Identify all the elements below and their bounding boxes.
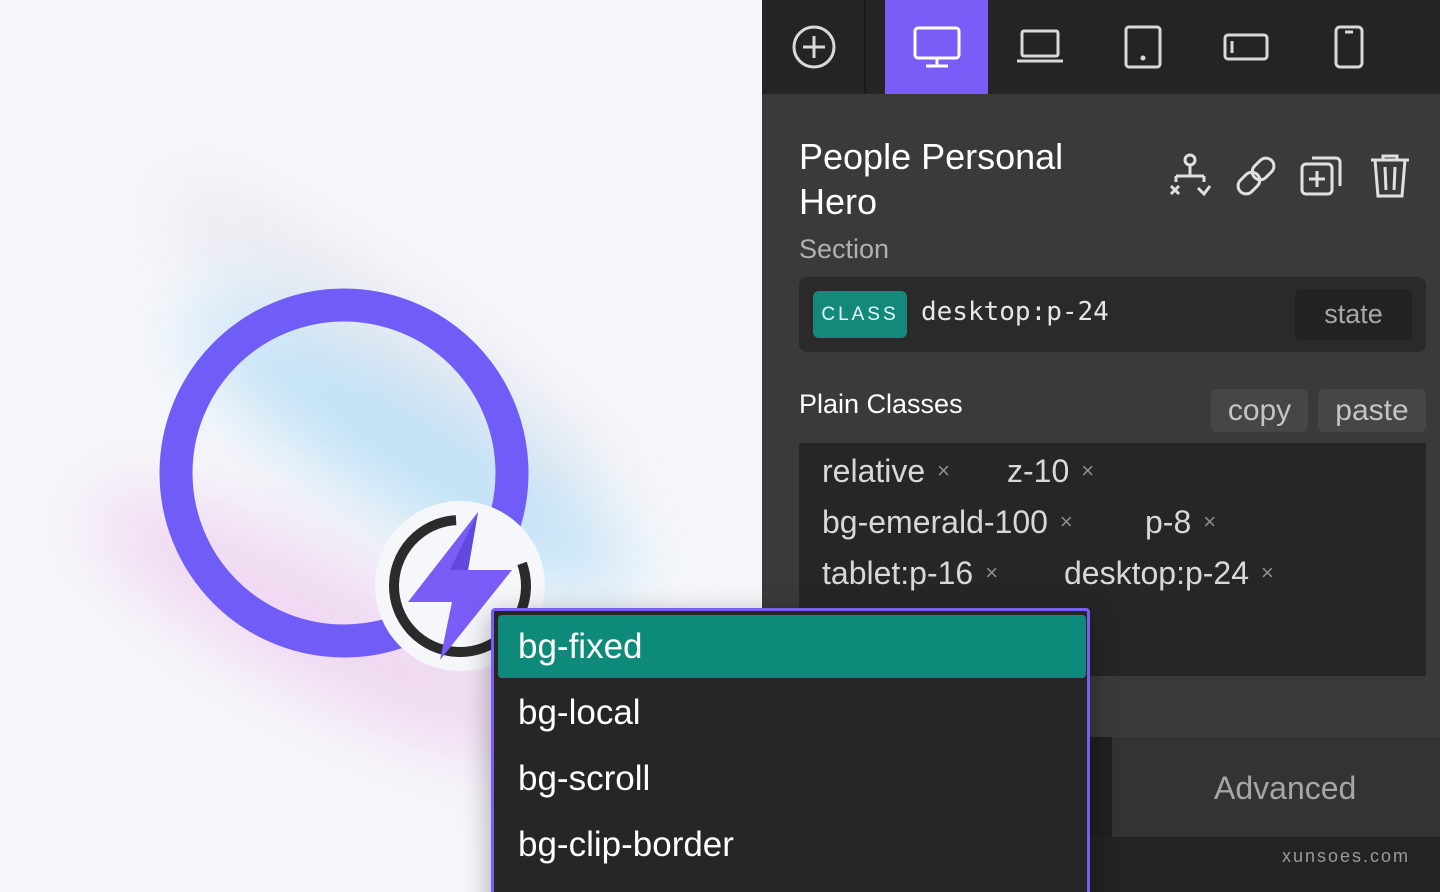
suggestion-item[interactable]: bg-scroll [498,747,1086,810]
mobile-icon [1334,25,1363,69]
device-tablet-landscape-button[interactable] [1194,0,1297,94]
hierarchy-icon [1169,153,1212,197]
element-title: People Personal Hero [799,136,1064,222]
laptop-icon [1016,29,1063,63]
tablet-icon [1124,25,1161,69]
class-chip: tablet:p-16 × [822,555,998,592]
link-icon [1236,156,1276,196]
brand-logo [159,288,545,671]
watermark: xunsoes.com [1282,846,1411,866]
remove-class-button[interactable]: × [1081,458,1094,483]
tablet-landscape-icon [1223,33,1268,61]
class-chip: bg-emerald-100 × [822,504,1073,541]
class-chip-label: tablet:p-16 [822,555,974,591]
duplicate-icon [1300,156,1342,196]
class-selector-value[interactable]: desktop:p-24 [921,297,1109,327]
state-button[interactable]: state [1295,289,1412,340]
class-chip: z-10 × [1007,453,1094,490]
remove-class-button[interactable]: × [1261,560,1274,585]
class-chip-label: p-8 [1145,504,1192,540]
remove-class-button[interactable]: × [1203,509,1216,534]
toolbar-divider [864,0,866,94]
paste-button[interactable]: paste [1318,389,1426,432]
add-element-button[interactable] [762,0,865,94]
device-desktop-button[interactable] [885,0,988,94]
desktop-icon [913,26,960,68]
duplicate-button[interactable] [1296,150,1348,202]
device-laptop-button[interactable] [988,0,1091,94]
navigator-button[interactable] [1164,150,1216,202]
class-suggestions-dropdown: bg-fixed bg-local bg-scroll bg-clip-bord… [491,608,1090,892]
class-chip-label: desktop:p-24 [1064,555,1250,591]
class-chip: desktop:p-24 × [1064,555,1274,592]
copy-button[interactable]: copy [1211,389,1308,432]
copy-link-button[interactable] [1230,150,1282,202]
class-chip: relative × [822,453,950,490]
suggestion-item[interactable]: bg-fixed [498,615,1086,678]
element-type: Section [799,234,890,264]
plain-classes-label: Plain Classes [799,389,963,419]
class-chip: p-8 × [1145,504,1216,541]
suggestion-item[interactable]: bg-clip-border [498,813,1086,876]
class-chip-label: bg-emerald-100 [822,504,1048,540]
trash-icon [1371,154,1409,198]
class-chip-label: z-10 [1007,453,1070,489]
element-actions [1162,150,1422,202]
device-mobile-button[interactable] [1297,0,1400,94]
plus-circle-icon [792,25,835,69]
class-selector[interactable]: CLASS desktop:p-24 state [799,277,1426,352]
remove-class-button[interactable]: × [985,560,998,585]
remove-class-button[interactable]: × [937,458,950,483]
advanced-tab-label[interactable]: Advanced [1214,770,1356,807]
delete-button[interactable] [1364,150,1416,202]
device-tablet-button[interactable] [1091,0,1194,94]
remove-class-button[interactable]: × [1060,509,1073,534]
suggestion-item[interactable]: bg-local [498,681,1086,744]
class-badge: CLASS [813,291,907,338]
class-chip-label: relative [822,453,926,489]
device-toolbar [762,0,1440,94]
